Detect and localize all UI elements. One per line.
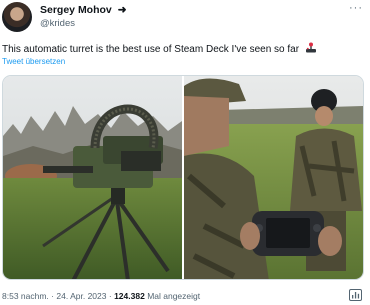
tweet-text: This automatic turret is the best use of… (2, 42, 317, 55)
analytics-icon[interactable] (349, 289, 362, 301)
meta-separator: · (51, 291, 54, 301)
meta-separator: · (108, 291, 112, 301)
display-name[interactable]: Sergey Mohov ➜ (40, 4, 127, 16)
avatar[interactable] (2, 2, 32, 32)
views-label: Mal angezeigt (147, 291, 201, 301)
arrow-icon: ➜ (117, 4, 127, 16)
views-count: 124.382 (114, 291, 145, 301)
joystick-emoji-icon (305, 42, 316, 53)
translate-link[interactable]: Tweet übersetzen (2, 57, 65, 66)
soldiers-steam-deck-photo[interactable] (184, 76, 364, 280)
tweet-date[interactable]: 24. Apr. 2023 (56, 291, 106, 301)
tweet-header: Sergey Mohov ➜ @krides ··· (0, 0, 370, 36)
tweet-time[interactable]: 8:53 nachm. (2, 291, 49, 301)
turret-photo[interactable] (3, 76, 182, 280)
tweet-text-content: This automatic turret is the best use of… (2, 44, 300, 55)
tweet-meta: 8:53 nachm. · 24. Apr. 2023 · 124.382 Ma… (2, 291, 200, 301)
more-options-icon[interactable]: ··· (348, 3, 364, 14)
tweet-media[interactable] (2, 75, 364, 280)
display-name-text: Sergey Mohov (40, 4, 112, 16)
user-handle[interactable]: @krides (40, 18, 75, 29)
